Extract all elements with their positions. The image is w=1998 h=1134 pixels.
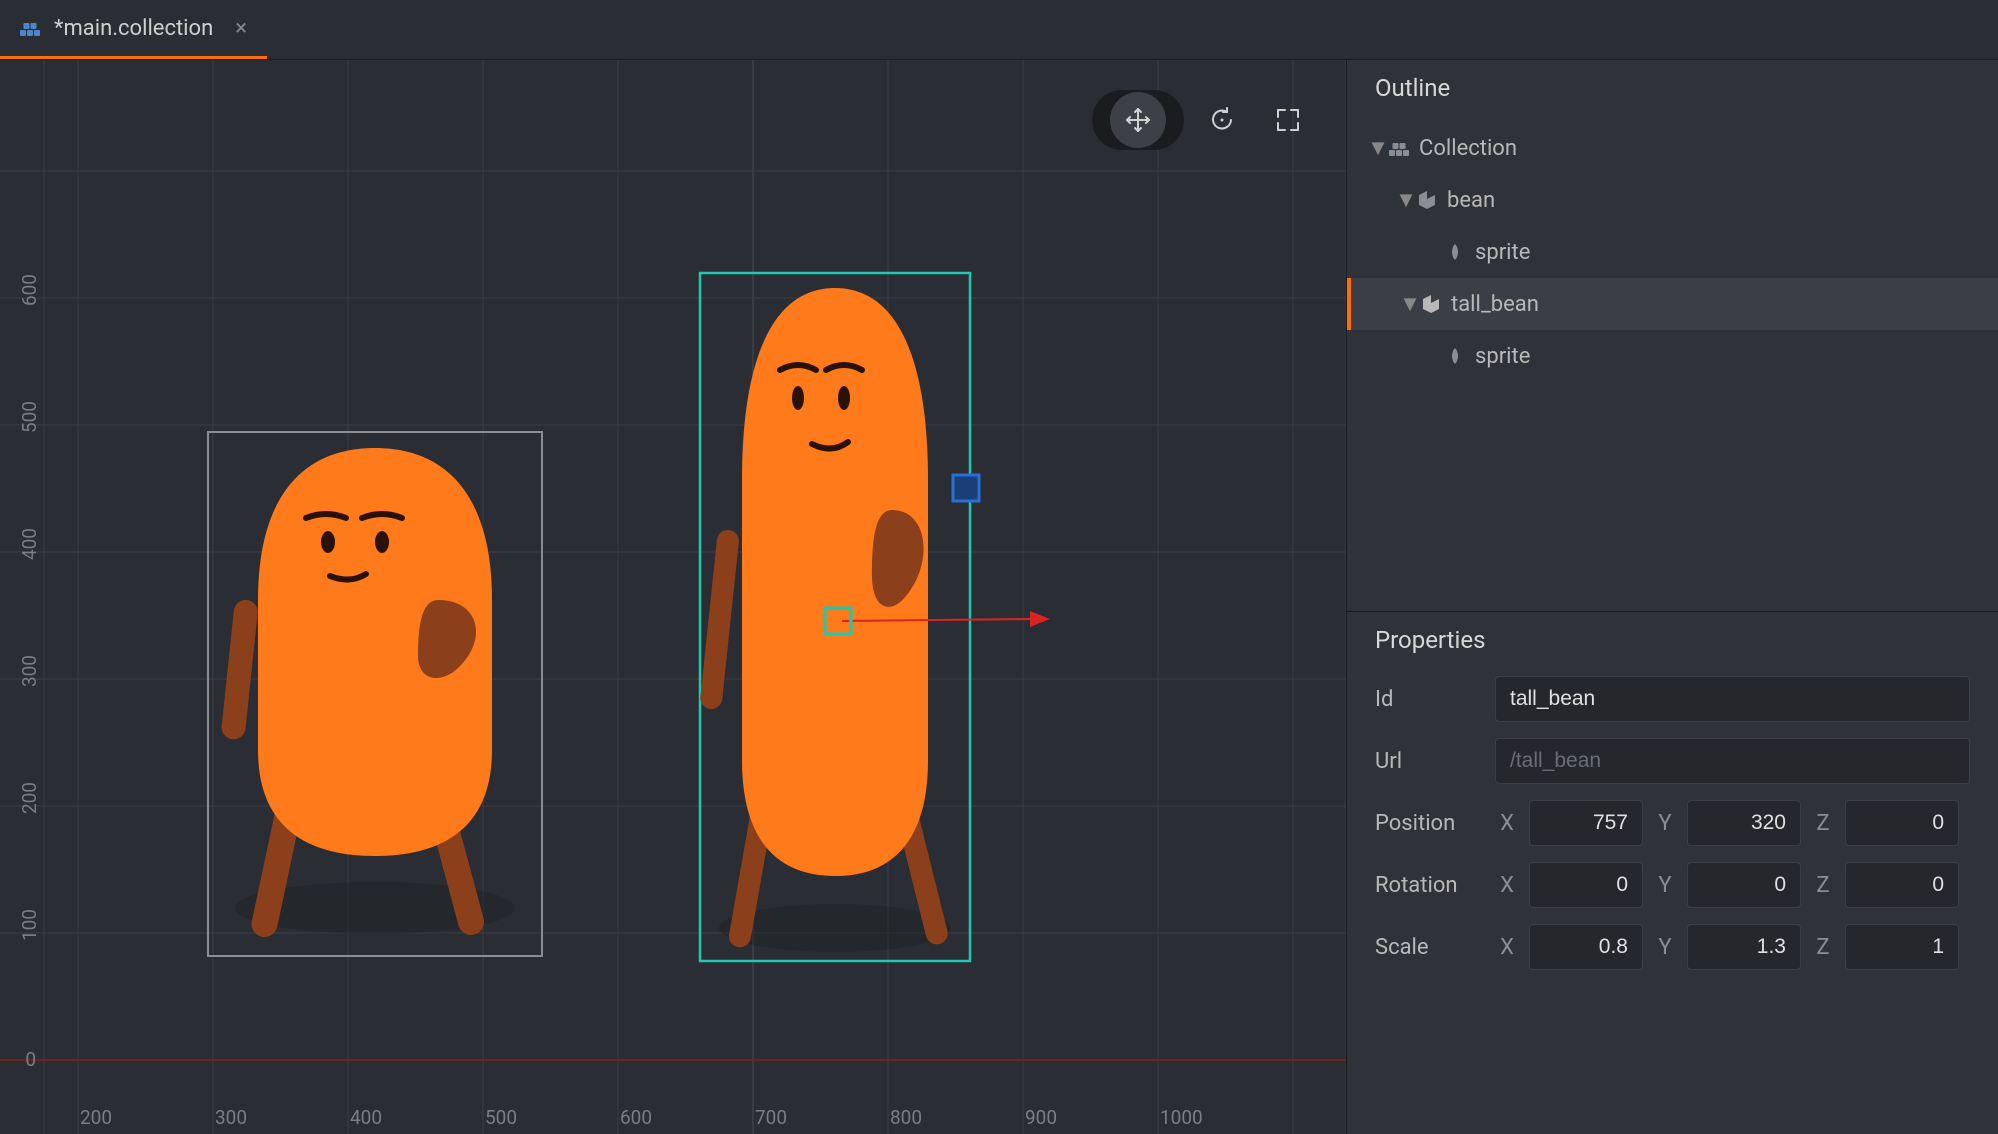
position-z-input[interactable] [1845, 800, 1959, 846]
prop-rotation-label: Rotation [1375, 873, 1485, 898]
chevron-down-icon: ▼ [1395, 187, 1417, 213]
rotation-x-input[interactable] [1529, 862, 1643, 908]
prop-scale-label: Scale [1375, 935, 1485, 960]
prop-id-input[interactable] [1495, 676, 1970, 722]
rotation-z-input[interactable] [1845, 862, 1959, 908]
cube-icon [1421, 294, 1441, 314]
properties-panel: Properties Id Url Position X Y Z Rotatio… [1347, 612, 1998, 1134]
tree-item-tall-bean[interactable]: ▼ tall_bean [1347, 278, 1998, 330]
tree-item-label: tall_bean [1451, 292, 1539, 317]
collection-icon [20, 20, 40, 36]
scale-z-input[interactable] [1845, 924, 1959, 970]
tool-scale-button[interactable] [1260, 92, 1316, 148]
svg-text:800: 800 [890, 1106, 922, 1129]
scale-icon [1275, 107, 1301, 133]
scale-x-input[interactable] [1529, 924, 1643, 970]
grid [0, 60, 1346, 1134]
tree-item-tall-bean-sprite[interactable]: sprite [1347, 330, 1998, 382]
side-panels: Outline ▼ Collection ▼ bean sprite [1346, 60, 1998, 1134]
svg-text:1000: 1000 [1160, 1106, 1203, 1129]
position-x-input[interactable] [1529, 800, 1643, 846]
axis-y-label: Y [1653, 811, 1677, 836]
svg-text:700: 700 [755, 1106, 787, 1129]
prop-position-label: Position [1375, 811, 1485, 836]
tab-bar: *main.collection × [0, 0, 1998, 60]
cube-icon [1417, 190, 1437, 210]
svg-text:500: 500 [18, 401, 41, 433]
scale-y-input[interactable] [1687, 924, 1801, 970]
tab-title: *main.collection [54, 16, 213, 41]
ruler-y: 0 100 200 300 400 500 600 [18, 274, 41, 1071]
outline-panel: Outline ▼ Collection ▼ bean sprite [1347, 60, 1998, 612]
svg-text:100: 100 [18, 909, 41, 941]
chevron-down-icon: ▼ [1367, 135, 1389, 161]
sprite-icon [1445, 346, 1465, 366]
close-icon[interactable]: × [235, 16, 247, 41]
prop-url-label: Url [1375, 749, 1485, 774]
svg-text:0: 0 [25, 1048, 36, 1071]
svg-text:200: 200 [18, 782, 41, 814]
position-y-input[interactable] [1687, 800, 1801, 846]
tool-rotate-button[interactable] [1194, 92, 1250, 148]
tree-item-collection[interactable]: ▼ Collection [1347, 122, 1998, 174]
tree-item-label: sprite [1475, 240, 1530, 265]
collection-icon [1389, 138, 1409, 158]
sprite-tall-bean[interactable] [699, 273, 970, 961]
move-icon [1125, 107, 1151, 133]
svg-text:400: 400 [18, 528, 41, 560]
ruler-x: 200 300 400 500 600 700 800 900 1000 [80, 1106, 1203, 1129]
svg-text:200: 200 [80, 1106, 112, 1129]
prop-url-input [1495, 738, 1970, 784]
scene-viewport[interactable]: 0 100 200 300 400 500 600 200 300 400 50… [0, 60, 1346, 1134]
axis-z-label: Z [1811, 811, 1835, 836]
axis-x-label: X [1495, 811, 1519, 836]
svg-text:600: 600 [620, 1106, 652, 1129]
svg-text:900: 900 [1025, 1106, 1057, 1129]
gizmo-xy-handle[interactable] [953, 475, 979, 501]
properties-title: Properties [1347, 612, 1998, 668]
tree-item-label: bean [1447, 188, 1495, 213]
svg-text:600: 600 [18, 274, 41, 306]
tool-move-button[interactable] [1110, 92, 1166, 148]
tree-item-label: sprite [1475, 344, 1530, 369]
rotate-icon [1209, 107, 1235, 133]
manipulator-toolbar [1092, 90, 1316, 150]
prop-id-label: Id [1375, 687, 1485, 712]
rotation-y-input[interactable] [1687, 862, 1801, 908]
svg-text:500: 500 [485, 1106, 517, 1129]
svg-text:300: 300 [215, 1106, 247, 1129]
sprite-bean[interactable] [208, 432, 542, 956]
outline-tree: ▼ Collection ▼ bean sprite ▼ [1347, 116, 1998, 388]
tree-item-bean-sprite[interactable]: sprite [1347, 226, 1998, 278]
outline-title: Outline [1347, 60, 1998, 116]
svg-text:300: 300 [18, 655, 41, 687]
tree-item-label: Collection [1419, 136, 1517, 161]
tab-main-collection[interactable]: *main.collection × [0, 0, 267, 59]
sprite-icon [1445, 242, 1465, 262]
svg-text:400: 400 [350, 1106, 382, 1129]
tree-item-bean[interactable]: ▼ bean [1347, 174, 1998, 226]
chevron-down-icon: ▼ [1399, 291, 1421, 317]
